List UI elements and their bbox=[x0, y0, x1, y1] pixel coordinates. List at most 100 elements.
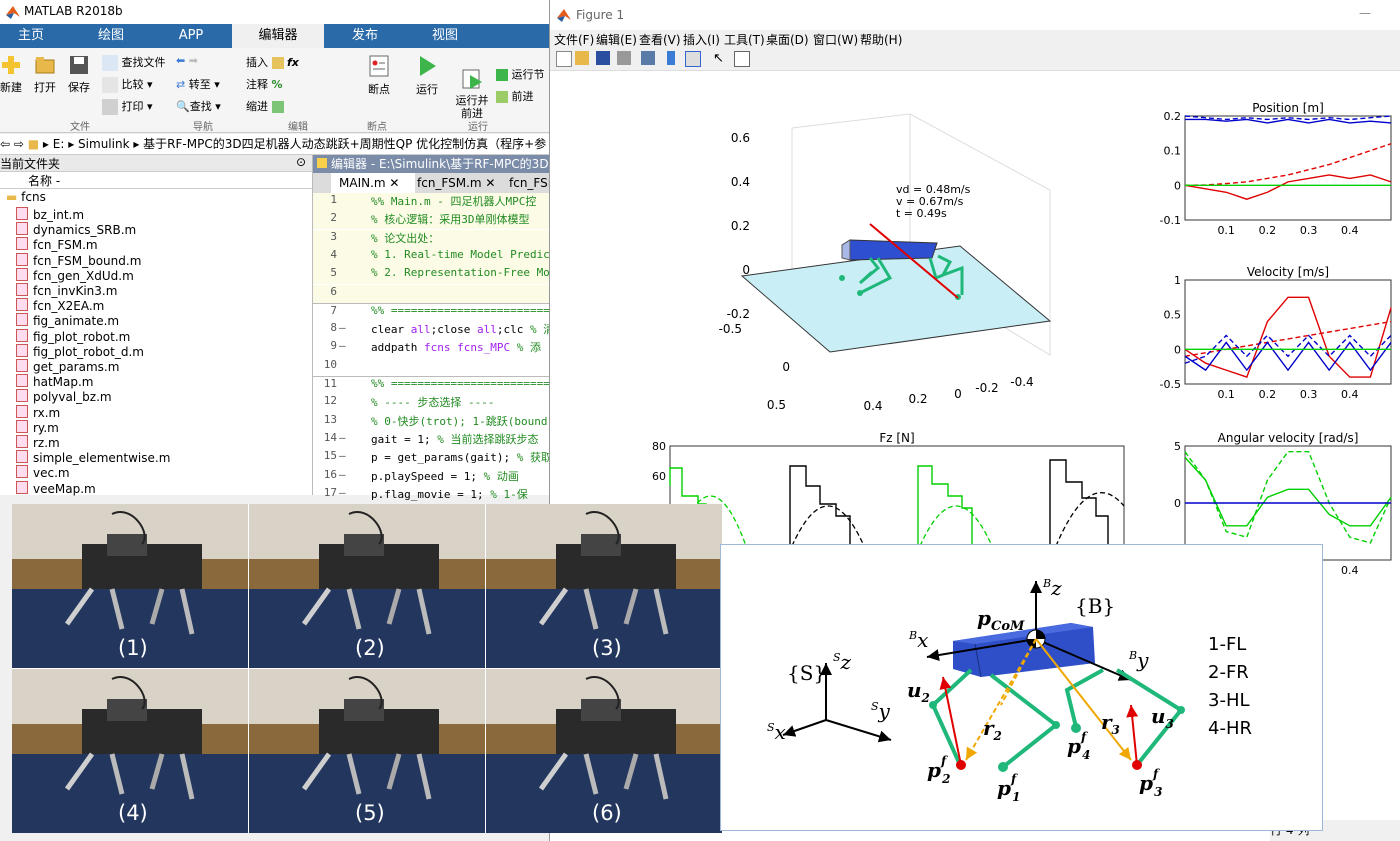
print-figure-icon[interactable] bbox=[617, 51, 631, 65]
code-line[interactable]: 9— addpath fcns fcns_MPC % 添 bbox=[313, 339, 552, 357]
code-line[interactable]: 2 % 核心逻辑：采用3D单刚体模型 bbox=[313, 211, 552, 230]
code-text: p.playSpeed = 1; % 动画 bbox=[371, 469, 519, 483]
code-line[interactable]: 5 % 2. Representation-Free Mod bbox=[313, 266, 552, 285]
file-name: dynamics_SRB.m bbox=[33, 223, 137, 238]
menu-help[interactable]: 帮助(H) bbox=[860, 31, 902, 48]
advance-button[interactable]: 前进 bbox=[496, 88, 534, 104]
run-section-button[interactable]: 运行节 bbox=[496, 66, 545, 82]
file-row[interactable]: rx.m bbox=[16, 404, 60, 420]
print-button[interactable]: 打印 ▾ bbox=[102, 98, 153, 115]
tab-view[interactable]: 视图 bbox=[414, 24, 476, 48]
menu-edit[interactable]: 编辑(E) bbox=[596, 31, 637, 48]
file-row[interactable]: veeMap.m bbox=[16, 480, 96, 496]
search-icon: 🔍 bbox=[176, 100, 190, 113]
file-row[interactable]: fcn_gen_XdUd.m bbox=[16, 267, 134, 283]
file-row[interactable]: simple_elementwise.m bbox=[16, 450, 170, 465]
code-area[interactable]: 1 %% Main.m - 四足机器人MPC控 2 % 核心逻辑：采用3D单刚体模型 3… bbox=[313, 193, 552, 501]
file-row[interactable]: bz_int.m bbox=[16, 207, 84, 222]
file-row[interactable]: polyval_bz.m bbox=[16, 389, 112, 404]
menu-tools[interactable]: 工具(T) bbox=[724, 31, 765, 48]
code-line[interactable]: 6 bbox=[313, 284, 552, 303]
p3f-label: pf 3 bbox=[1139, 767, 1163, 799]
path-segment-simulink[interactable]: Simulink bbox=[78, 137, 129, 151]
file-row[interactable]: rz.m bbox=[16, 435, 60, 450]
code-line[interactable]: 12 % ---- 步态选择 ---- bbox=[313, 394, 552, 412]
file-row[interactable]: get_params.m bbox=[16, 359, 119, 374]
address-bar[interactable]: ⇦ ⇨ ■ ▸ E: ▸ Simulink ▸ 基于RF-MPC的3D四足机器人… bbox=[0, 134, 552, 155]
editor-tab-main[interactable]: MAIN.m ✕ bbox=[331, 173, 415, 193]
file-row[interactable]: fig_plot_robot_d.m bbox=[16, 343, 144, 359]
path-segment-drive[interactable]: E: bbox=[53, 137, 65, 151]
file-row[interactable]: fig_animate.m bbox=[16, 313, 119, 328]
tab-plots[interactable]: 绘图 bbox=[80, 24, 142, 48]
breakpoints-button[interactable]: 断点 bbox=[364, 54, 394, 97]
tab-home[interactable]: 主页 bbox=[0, 24, 62, 48]
file-row[interactable]: fig_plot_robot.m bbox=[16, 328, 130, 344]
file-row[interactable]: dynamics_SRB.m bbox=[16, 222, 136, 237]
code-line[interactable]: 7 %% ========================== bbox=[313, 302, 552, 322]
close-icon[interactable]: ✕ bbox=[485, 176, 495, 190]
code-line[interactable]: 15— p = get_params(gait); % 获取 bbox=[313, 449, 552, 467]
menu-insert[interactable]: 插入(I) bbox=[683, 31, 720, 48]
link-plot-icon[interactable] bbox=[641, 51, 655, 65]
name-column-header[interactable]: 名称 - bbox=[0, 172, 312, 189]
menu-window[interactable]: 窗口(W) bbox=[813, 31, 858, 48]
save-figure-icon[interactable] bbox=[596, 51, 610, 65]
back-forward-buttons[interactable]: ⬅ ➡ bbox=[176, 54, 198, 67]
indent-button[interactable]: 缩进 bbox=[246, 98, 284, 114]
code-line[interactable]: 8— clear all;close all;clc % 清 bbox=[313, 321, 552, 339]
file-row[interactable]: vec.m bbox=[16, 465, 70, 480]
tab-publish[interactable]: 发布 bbox=[334, 24, 396, 48]
editor-title-text: 编辑器 - E:\Simulink\基于RF-MPC的3D四足 bbox=[331, 157, 552, 171]
current-folder-panel: 当前文件夹 ⊙ 名称 - ▬ fcns bz_int.m dynamics_SRB.… bbox=[0, 155, 313, 496]
insert-label: 插入 bbox=[246, 56, 268, 69]
code-line[interactable]: 10 bbox=[313, 358, 552, 376]
tab-editor[interactable]: 编辑器 bbox=[232, 24, 324, 48]
insert-button[interactable]: 插入 fx bbox=[246, 54, 299, 70]
code-line[interactable]: 11 %% ========================== bbox=[313, 376, 552, 395]
m-file-icon bbox=[16, 313, 28, 327]
open-button[interactable]: 打开 bbox=[32, 54, 58, 95]
legend-icon[interactable] bbox=[685, 51, 701, 67]
comment-button[interactable]: 注释 % bbox=[246, 76, 283, 92]
code-line[interactable]: 3 % 论文出处： bbox=[313, 229, 552, 248]
close-icon[interactable]: ✕ bbox=[389, 176, 399, 190]
menu-view[interactable]: 查看(V) bbox=[639, 31, 681, 48]
code-line[interactable]: 4 % 1. Real-time Model Predict bbox=[313, 247, 552, 266]
run-button[interactable]: 运行 bbox=[412, 54, 442, 97]
goto-button[interactable]: ⇄ 转至 ▾ bbox=[176, 76, 220, 92]
new-button[interactable]: 新建 bbox=[0, 54, 22, 95]
file-name: veeMap.m bbox=[33, 481, 96, 496]
cursor-arrow-icon[interactable]: ↖ bbox=[713, 51, 727, 66]
menu-file[interactable]: 文件(F) bbox=[554, 31, 594, 48]
file-row[interactable]: fcn_FSM_bound.m bbox=[16, 252, 141, 268]
editor-tab-fsm[interactable]: fcn_FSM.m ✕ bbox=[409, 173, 507, 193]
panel-menu-icon[interactable]: ⊙ bbox=[296, 155, 306, 169]
compare-button[interactable]: 比较 ▾ bbox=[102, 76, 153, 93]
path-segment-project[interactable]: 基于RF-MPC的3D四足机器人动态跳跃+周期性QP 优化控制仿真（程序+参 bbox=[143, 137, 546, 151]
colorbar-icon[interactable] bbox=[667, 51, 675, 65]
file-row[interactable]: ry.m bbox=[16, 419, 59, 435]
line-marker: — bbox=[339, 449, 346, 463]
save-button[interactable]: 保存 bbox=[66, 54, 92, 95]
find-files-button[interactable]: 查找文件 bbox=[102, 54, 166, 71]
file-row[interactable]: hatMap.m bbox=[16, 374, 94, 389]
code-line[interactable]: 13 % 0-快步(trot); 1-跳跃(bound bbox=[313, 413, 552, 431]
y-tick-label: 0.4 bbox=[863, 399, 882, 413]
new-figure-icon[interactable] bbox=[556, 51, 572, 67]
menu-desktop[interactable]: 桌面(D) bbox=[766, 31, 809, 48]
code-line[interactable]: 1 %% Main.m - 四足机器人MPC控 bbox=[313, 193, 552, 211]
code-line[interactable]: 17— p.flag_movie = 1; % 1-保 bbox=[313, 486, 552, 504]
open-file-icon[interactable] bbox=[575, 51, 589, 65]
property-inspector-icon[interactable] bbox=[734, 51, 750, 67]
code-line[interactable]: 16— p.playSpeed = 1; % 动画 bbox=[313, 468, 552, 486]
folder-row[interactable]: ▬ fcns bbox=[6, 190, 46, 205]
minimize-icon[interactable]: — bbox=[1359, 6, 1371, 20]
file-row[interactable]: fcn_invKin3.m bbox=[16, 283, 117, 298]
file-row[interactable]: fcn_X2EA.m bbox=[16, 298, 104, 313]
tab-apps[interactable]: APP bbox=[160, 24, 222, 48]
back-arrow-icon[interactable]: ⇦ ⇨ bbox=[0, 137, 24, 151]
code-line[interactable]: 14— gait = 1; % 当前选择跳跃步态 bbox=[313, 431, 552, 449]
file-row[interactable]: fcn_FSM.m bbox=[16, 237, 98, 252]
find-button[interactable]: 🔍查找 ▾ bbox=[176, 98, 221, 114]
